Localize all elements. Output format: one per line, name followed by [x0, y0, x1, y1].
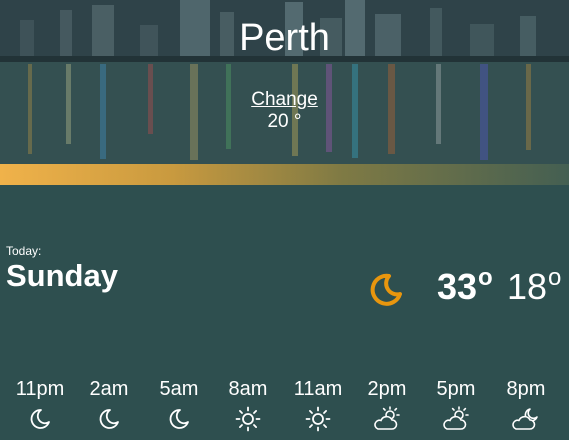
hourly-item: 8am [213, 378, 283, 432]
hourly-item: 2pm [352, 378, 422, 432]
sun-icon [305, 406, 331, 432]
hour-time: 8am [228, 378, 268, 400]
partly-cloudy-day-icon [374, 406, 400, 430]
hour-time: 8pm [506, 378, 546, 400]
temp-high: 33o [437, 264, 493, 308]
city-name: Perth [239, 17, 330, 59]
hourly-item: 5pm [421, 378, 491, 432]
degree-symbol: o [548, 264, 562, 291]
current-temperature: 20 ° [267, 111, 302, 132]
hourly-forecast: 11pm 2am 5am 8am 11am 2pm 5pm 8pm [0, 378, 569, 440]
partly-cloudy-day-icon [443, 406, 469, 430]
hourly-item: 11am [283, 378, 353, 432]
hour-time: 5am [159, 378, 199, 400]
accent-bar [0, 164, 569, 185]
hourly-item: 5am [144, 378, 214, 432]
moon-icon [99, 409, 119, 429]
hour-time: 11am [293, 378, 343, 400]
temp-low: 18o [507, 264, 561, 308]
hour-time: 2pm [367, 378, 407, 400]
today-label: Today: [6, 244, 42, 258]
hour-time: 11pm [15, 378, 65, 400]
temp-high-value: 33 [437, 266, 478, 307]
moon-icon [370, 273, 402, 306]
hour-time: 5pm [436, 378, 476, 400]
degree-symbol: o [478, 264, 493, 291]
moon-icon [169, 409, 189, 429]
change-city-link[interactable]: Change [0, 89, 569, 111]
hourly-item: 2am [74, 378, 144, 432]
day-name: Sunday [6, 258, 118, 293]
partly-cloudy-night-icon [512, 408, 538, 430]
hourly-item: 8pm [491, 378, 561, 432]
hourly-item: 11pm [5, 378, 75, 432]
sun-icon [235, 406, 261, 432]
hour-time: 2am [89, 378, 129, 400]
moon-icon [30, 409, 50, 429]
temp-low-value: 18 [507, 266, 548, 307]
